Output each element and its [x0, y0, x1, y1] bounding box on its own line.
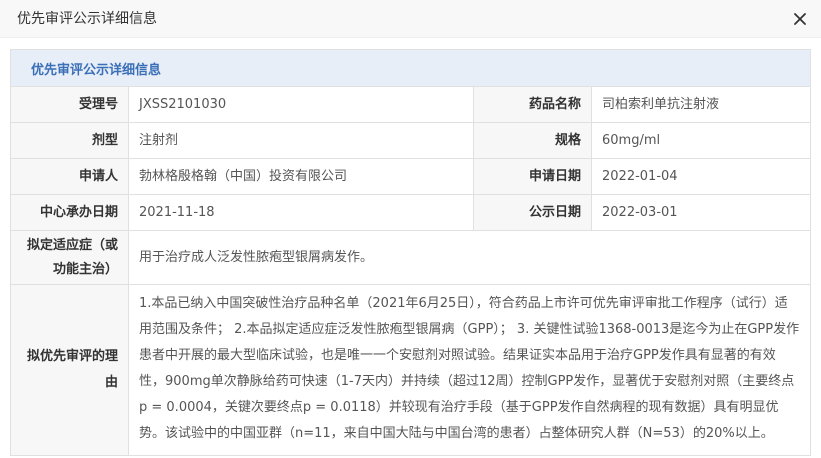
- acceptance-no-value: JXSS2101030: [128, 86, 474, 123]
- table-row: 拟优先审评的理由 1.本品已纳入中国突破性治疗品种名单（2021年6月25日），…: [10, 284, 812, 456]
- drug-name-label: 药品名称: [473, 86, 592, 123]
- table-row: 剂型 注射剂 规格 60mg/ml: [10, 122, 812, 159]
- reason-label: 拟优先审评的理由: [10, 284, 129, 456]
- spec-label: 规格: [473, 122, 592, 159]
- dialog-title: 优先审评公示详细信息: [17, 11, 157, 27]
- publish-date-value: 2022-03-01: [590, 194, 812, 231]
- center-date-value: 2021-11-18: [128, 194, 474, 231]
- indication-label: 拟定适应症（或功能主治）: [10, 230, 129, 285]
- apply-date-label: 申请日期: [473, 158, 592, 195]
- detail-table: 优先审评公示详细信息 受理号 JXSS2101030 药品名称 司柏索利单抗注射…: [9, 49, 812, 456]
- applicant-value: 勃林格殷格翰（中国）投资有限公司: [128, 158, 474, 195]
- drug-name-value: 司柏索利单抗注射液: [590, 86, 812, 123]
- dialog-header: 优先审评公示详细信息: [0, 0, 821, 38]
- section-title: 优先审评公示详细信息: [9, 49, 812, 87]
- acceptance-no-label: 受理号: [10, 86, 129, 123]
- table-row: 拟定适应症（或功能主治） 用于治疗成人泛发性脓疱型银屑病发作。: [10, 230, 812, 285]
- reason-value: 1.本品已纳入中国突破性治疗品种名单（2021年6月25日），符合药品上市许可优…: [127, 284, 812, 456]
- indication-value: 用于治疗成人泛发性脓疱型银屑病发作。: [127, 230, 812, 285]
- table-row: 申请人 勃林格殷格翰（中国）投资有限公司 申请日期 2022-01-04: [10, 158, 812, 195]
- dosage-form-label: 剂型: [10, 122, 129, 159]
- applicant-label: 申请人: [10, 158, 129, 195]
- table-row: 受理号 JXSS2101030 药品名称 司柏索利单抗注射液: [10, 86, 812, 123]
- center-date-label: 中心承办日期: [10, 194, 129, 231]
- dosage-form-value: 注射剂: [128, 122, 474, 159]
- close-icon: [794, 13, 806, 25]
- table-row: 中心承办日期 2021-11-18 公示日期 2022-03-01: [10, 194, 812, 231]
- publish-date-label: 公示日期: [473, 194, 592, 231]
- spec-value: 60mg/ml: [590, 122, 812, 159]
- close-button[interactable]: [789, 8, 811, 30]
- apply-date-value: 2022-01-04: [590, 158, 812, 195]
